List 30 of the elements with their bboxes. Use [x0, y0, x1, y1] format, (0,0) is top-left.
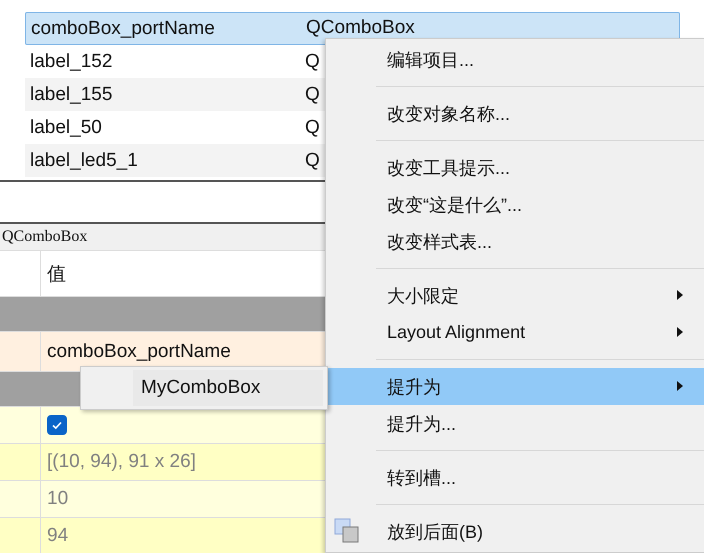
- menu-item[interactable]: 放到后面(B): [326, 513, 704, 550]
- menu-item[interactable]: 改变“这是什么”...: [326, 186, 704, 223]
- object-name: label_152: [29, 50, 114, 72]
- submenu-arrow-icon: [677, 290, 683, 300]
- object-name: label_155: [29, 84, 114, 106]
- column-header: 值: [47, 262, 66, 286]
- property-value[interactable]: 94: [47, 525, 68, 547]
- submenu-arrow-icon: [677, 381, 683, 391]
- layers-icon: [334, 518, 360, 544]
- menu-item[interactable]: 提升为: [326, 368, 704, 405]
- menu-item[interactable]: 改变工具提示...: [326, 149, 704, 186]
- menu-item[interactable]: 改变样式表...: [326, 223, 704, 260]
- object-class: Q: [305, 50, 320, 72]
- menu-item[interactable]: 改变对象名称...: [326, 95, 704, 132]
- object-class: Q: [305, 84, 320, 106]
- class-label: QComboBox: [2, 228, 88, 246]
- menu-item[interactable]: MyComboBox: [133, 370, 323, 406]
- submenu-arrow-icon: [677, 327, 683, 337]
- menu-item[interactable]: 提升为...: [326, 405, 704, 442]
- object-name: comboBox_portName: [30, 18, 216, 40]
- menu-item[interactable]: 转到槽...: [326, 459, 704, 496]
- checkbox[interactable]: [47, 415, 67, 435]
- object-name: label_led5_1: [29, 150, 139, 172]
- property-value[interactable]: 10: [47, 488, 68, 510]
- object-class: Q: [305, 116, 320, 138]
- object-name: label_50: [29, 116, 103, 138]
- menu-item[interactable]: 大小限定: [326, 277, 704, 314]
- object-class: Q: [305, 150, 320, 172]
- menu-item[interactable]: Layout Alignment: [326, 314, 704, 351]
- object-class: QComboBox: [306, 18, 415, 37]
